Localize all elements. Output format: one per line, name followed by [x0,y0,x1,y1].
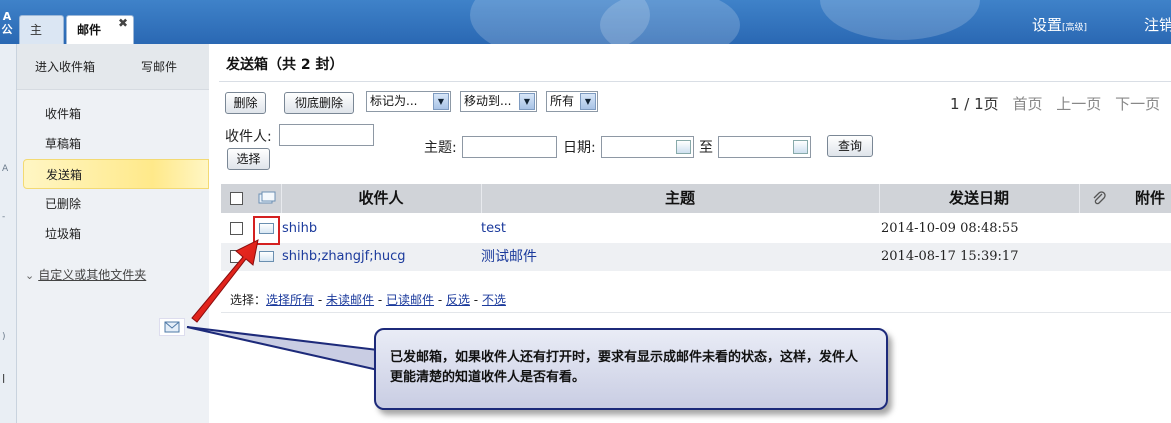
row-date: 2014-10-09 08:48:55 [881,221,1019,236]
date-to-label: 至 [699,140,713,156]
unread-status-highlight [253,216,280,245]
date-to-input[interactable] [718,136,811,158]
row-date: 2014-08-17 15:39:17 [881,249,1019,264]
app-logo: A公 [1,10,13,36]
mark-as-value: 标记为... [370,94,418,108]
separator: - [469,293,482,307]
sidebar-item-inbox[interactable]: 收件箱 [17,99,209,129]
calendar-icon[interactable] [676,140,691,154]
select-all-checkbox[interactable] [230,192,243,205]
settings-label: 设置 [1032,16,1063,34]
chevron-down-icon: ▼ [433,93,449,110]
pager: 1 / 1页 首页 上一页 下一页 [950,93,1160,114]
chevron-down-icon: ⌄ [25,269,35,282]
annotation-callout: 已发邮箱，如果收件人还有打开时，要求有显示成邮件未看的状态，这样，发件人更能清楚… [374,328,888,410]
date-from-input[interactable] [601,136,694,158]
recipient-label: 收件人: [225,129,272,145]
callout-text: 已发邮箱，如果收件人还有打开时，要求有显示成邮件未看的状态，这样，发件人更能清楚… [390,350,859,385]
sidebar-actions: 进入收件箱 写邮件 [17,44,209,90]
query-button[interactable]: 查询 [827,135,873,157]
page-title: 发送箱（共 2 封） [226,57,344,73]
subject-input[interactable] [462,136,557,158]
settings-advanced-label: [高级] [1062,23,1088,33]
column-header-attachment[interactable]: 附件 [1135,184,1171,213]
sidebar-item-drafts[interactable]: 草稿箱 [17,129,209,159]
mark-as-select[interactable]: 标记为... ▼ [366,91,451,112]
page-status: 1 / 1页 [950,95,999,113]
sidebar-item-trash[interactable]: 垃圾箱 [17,219,209,249]
delete-button[interactable]: 删除 [225,92,266,114]
row-checkbox[interactable] [230,222,243,235]
column-header-subject[interactable]: 主题 [481,184,879,213]
column-header-recipient[interactable]: 收件人 [281,184,481,213]
delete-permanently-button[interactable]: 彻底删除 [284,92,354,114]
logout-link[interactable]: 注销 [1144,14,1171,35]
row-recipient[interactable]: shihb;zhangjf;hucg [282,243,405,271]
prev-page-link[interactable]: 上一页 [1056,95,1101,113]
custom-folders-toggle[interactable]: ⌄ 自定义或其他文件夹 [25,266,146,283]
row-subject[interactable]: test [481,215,506,243]
settings-link[interactable]: 设置[高级] [1032,14,1087,35]
selection-bar: 选择：选择所有 - 未读邮件 - 已读邮件 - 反选 - 不选 [230,291,506,308]
table-row[interactable]: shihb;zhangjf;hucg 测试邮件 2014-08-17 15:39… [221,243,1171,271]
select-read-link[interactable]: 已读邮件 [386,293,434,307]
sidebar-item-deleted[interactable]: 已删除 [17,189,209,219]
filter-select[interactable]: 所有 ▼ [546,91,598,112]
chevron-down-icon: ▼ [580,93,596,110]
calendar-icon[interactable] [793,140,808,154]
select-all-link[interactable]: 选择所有 [266,293,314,307]
go-to-inbox-button[interactable]: 进入收件箱 [35,58,95,75]
envelope-icon [259,251,274,262]
row-subject[interactable]: 测试邮件 [481,243,537,271]
separator: - [434,293,446,307]
recipient-input[interactable] [279,124,374,146]
chevron-down-icon: ▼ [519,93,535,110]
select-unread-link[interactable]: 未读邮件 [326,293,374,307]
separator: - [374,293,386,307]
read-status-header-icon [258,191,276,208]
first-page-link[interactable]: 首页 [1012,95,1042,113]
top-header: A公 主页 邮件 ✖ 设置[高级] 注销 [0,0,1171,44]
left-collapsed-strip: A - ) | [0,44,17,423]
row-checkbox[interactable] [230,250,243,263]
invert-selection-link[interactable]: 反选 [446,293,470,307]
tab-mail-label: 邮件 [77,23,102,37]
folder-list: 收件箱 草稿箱 发送箱 已删除 垃圾箱 [17,99,209,249]
attachment-icon [1091,190,1107,209]
tab-home-label: 主页 [30,23,43,37]
move-to-value: 移动到... [464,94,512,108]
column-header-sent-date[interactable]: 发送日期 [879,184,1079,213]
separator: - [314,293,326,307]
select-prefix: 选择： [230,293,267,307]
custom-folders-label: 自定义或其他文件夹 [38,268,147,282]
move-to-select[interactable]: 移动到... ▼ [460,91,537,112]
subject-label: 主题: [424,140,457,156]
mail-icon [159,318,185,336]
mail-sidebar: 进入收件箱 写邮件 收件箱 草稿箱 发送箱 已删除 垃圾箱 ⌄ 自定义或其他文件夹 [17,44,209,423]
sidebar-item-sent[interactable]: 发送箱 [23,159,209,189]
row-recipient[interactable]: shihb [282,215,317,243]
list-bottom-divider [221,312,1171,313]
tab-home[interactable]: 主页 [19,15,64,44]
filter-value: 所有 [550,94,575,108]
title-divider [219,81,1171,82]
table-header: 收件人 主题 发送日期 附件 [221,184,1171,213]
date-label: 日期: [563,140,596,156]
compose-button[interactable]: 写邮件 [141,58,177,75]
table-row[interactable]: shihb test 2014-10-09 08:48:55 [221,215,1171,243]
next-page-link[interactable]: 下一页 [1115,95,1160,113]
close-icon[interactable]: ✖ [118,9,128,37]
tab-mail[interactable]: 邮件 ✖ [66,15,134,44]
select-none-link[interactable]: 不选 [482,293,506,307]
select-recipient-button[interactable]: 选择 [227,148,270,170]
